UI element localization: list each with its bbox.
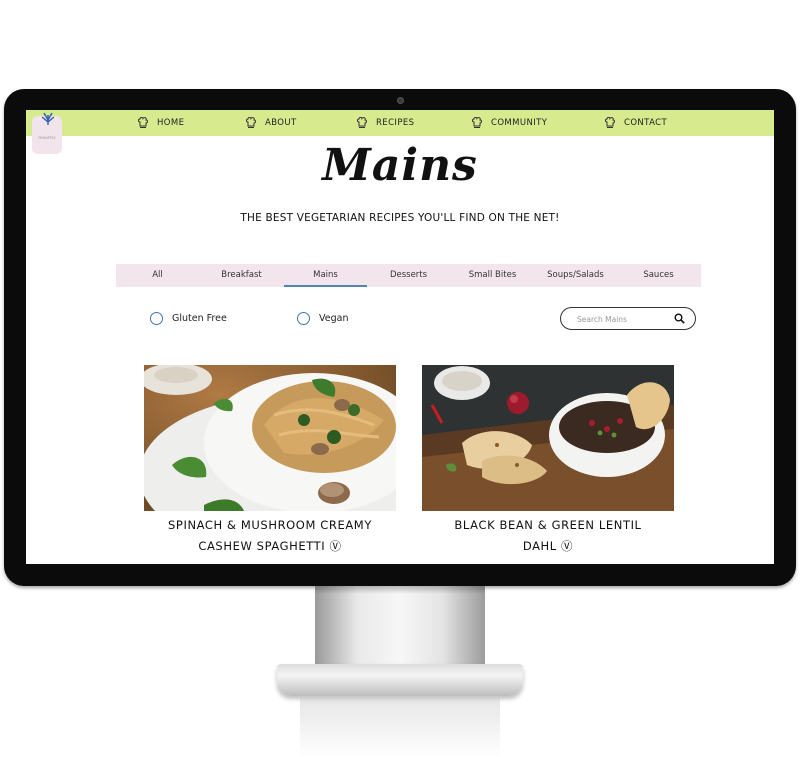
chef-hat-icon <box>357 117 367 128</box>
gluten-free-radio[interactable] <box>150 312 163 325</box>
pasta-dish-photo[interactable] <box>144 365 396 511</box>
gluten-free-filter[interactable]: Gluten Free <box>150 312 227 325</box>
chef-hat-icon <box>472 117 482 128</box>
page-tagline: THE BEST VEGETARIAN RECIPES YOU'LL FIND … <box>240 212 560 224</box>
vegan-filter[interactable]: Vegan <box>297 312 348 325</box>
recipe-title-line: CASHEW SPAGHETTI Ⓥ <box>198 539 342 553</box>
nav-about[interactable]: ABOUT <box>246 116 297 130</box>
recipe-card[interactable]: BLACK BEAN & GREEN LENTIL DAHL Ⓥ <box>422 365 674 564</box>
tab-soups-salads[interactable]: Soups/Salads <box>534 264 617 287</box>
search-box[interactable] <box>560 307 696 330</box>
tab-sauces[interactable]: Sauces <box>617 264 700 287</box>
nav-label: CONTACT <box>624 118 668 128</box>
filter-label: Vegan <box>319 313 349 324</box>
tab-small-bites[interactable]: Small Bites <box>451 264 534 287</box>
recipe-card[interactable]: SPINACH & MUSHROOM CREAMY CASHEW SPAGHET… <box>144 365 396 564</box>
stand-reflection <box>300 698 500 758</box>
filter-label: Gluten Free <box>172 313 227 324</box>
tab-all[interactable]: All <box>116 264 199 287</box>
chef-hat-icon <box>246 117 256 128</box>
monitor-screen: HOME ABOUT RECIPES COMMUNITY CONTACT PIN… <box>26 110 774 564</box>
recipe-title-line: DAHL Ⓥ <box>522 539 574 553</box>
nav-label: COMMUNITY <box>491 118 548 128</box>
search-icon[interactable] <box>674 313 685 324</box>
chef-hat-icon <box>605 117 615 128</box>
monitor-stand-neck <box>315 586 485 670</box>
recipe-title-line: SPINACH & MUSHROOM CREAMY <box>168 518 372 532</box>
recipe-title-line: BLACK BEAN & GREEN LENTIL <box>454 518 642 532</box>
dahl-bowl-photo[interactable] <box>422 365 674 511</box>
pineapple-leaf-icon <box>42 112 54 125</box>
webcam-icon <box>397 97 404 104</box>
nav-contact[interactable]: CONTACT <box>605 116 667 130</box>
tab-mains[interactable]: Mains <box>284 264 367 287</box>
recipe-title[interactable]: BLACK BEAN & GREEN LENTIL DAHL Ⓥ <box>422 515 674 557</box>
nav-label: RECIPES <box>376 118 415 128</box>
nav-label: ABOUT <box>265 118 297 128</box>
tab-desserts[interactable]: Desserts <box>367 264 450 287</box>
nav-home[interactable]: HOME <box>138 116 184 130</box>
category-tabs: All Breakfast Mains Desserts Small Bites… <box>116 264 701 287</box>
page-title: Mains <box>322 140 478 191</box>
nav-community[interactable]: COMMUNITY <box>472 116 547 130</box>
nav-recipes[interactable]: RECIPES <box>357 116 414 130</box>
nav-label: HOME <box>157 118 185 128</box>
top-navigation-bar: HOME ABOUT RECIPES COMMUNITY CONTACT <box>26 110 774 136</box>
tab-breakfast[interactable]: Breakfast <box>200 264 283 287</box>
search-input[interactable] <box>575 312 671 327</box>
monitor-stand-base <box>277 664 523 696</box>
recipe-title[interactable]: SPINACH & MUSHROOM CREAMY CASHEW SPAGHET… <box>144 515 396 557</box>
chef-hat-icon <box>138 117 148 128</box>
vegan-radio[interactable] <box>297 312 310 325</box>
